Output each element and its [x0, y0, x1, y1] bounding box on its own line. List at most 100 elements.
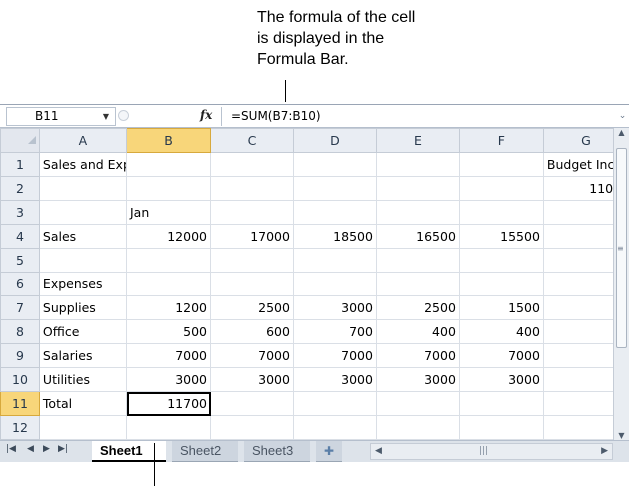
cell-c5[interactable] [210, 247, 294, 273]
scroll-up-icon[interactable]: ▲ [614, 128, 629, 137]
sheet-tab-sheet2[interactable]: Sheet2 [172, 441, 238, 462]
cell-b5[interactable] [126, 247, 211, 273]
cell-b6[interactable] [126, 271, 211, 297]
cell-c9[interactable]: 7000 [210, 343, 294, 369]
cell-c7[interactable]: 2500 [210, 295, 294, 321]
cell-b7[interactable]: 1200 [126, 295, 211, 321]
scroll-left-icon[interactable]: ◀ [375, 444, 382, 459]
row-header-7[interactable]: 7 [0, 295, 40, 321]
cell-c11[interactable] [210, 391, 294, 417]
cell-c3[interactable] [210, 199, 294, 225]
row-header-2[interactable]: 2 [0, 175, 40, 201]
name-box[interactable]: B11 ▼ [6, 107, 116, 126]
cell-d8[interactable]: 700 [292, 319, 377, 345]
cell-d4[interactable]: 18500 [292, 223, 377, 249]
column-header-b[interactable]: B [126, 128, 211, 153]
row-header-1[interactable]: 1 [0, 151, 40, 177]
cell-b8[interactable]: 500 [126, 319, 211, 345]
prev-sheet-icon[interactable]: ◀ [27, 444, 34, 454]
cell-b3[interactable]: Jan [126, 199, 211, 225]
cell-a10[interactable]: Utilities [38, 367, 128, 393]
cell-f1[interactable] [458, 151, 544, 177]
cell-d2[interactable] [292, 175, 377, 201]
horizontal-scrollbar[interactable]: ◀ ||| ▶ [370, 443, 613, 460]
row-header-12[interactable]: 12 [0, 415, 40, 440]
insert-function-icon[interactable]: fx [200, 108, 212, 122]
insert-sheet-icon[interactable]: ✚ [316, 441, 342, 462]
cell-b11[interactable]: 11700 [126, 391, 211, 417]
cell-a12[interactable] [38, 415, 128, 440]
cell-e12[interactable] [375, 415, 460, 440]
cell-d6[interactable] [292, 271, 377, 297]
cell-f10[interactable]: 3000 [458, 367, 544, 393]
first-sheet-icon[interactable]: |◀ [6, 444, 16, 454]
cell-a9[interactable]: Salaries [38, 343, 128, 369]
next-sheet-icon[interactable]: ▶ [43, 444, 50, 454]
cell-e10[interactable]: 3000 [375, 367, 460, 393]
cell-e5[interactable] [375, 247, 460, 273]
column-header-e[interactable]: E [375, 128, 460, 153]
expand-formula-bar-icon[interactable]: ⌄ [616, 107, 629, 126]
cell-e4[interactable]: 16500 [375, 223, 460, 249]
cell-f3[interactable] [458, 199, 544, 225]
column-header-f[interactable]: F [458, 128, 544, 153]
row-header-9[interactable]: 9 [0, 343, 40, 369]
row-header-8[interactable]: 8 [0, 319, 40, 345]
cell-c6[interactable] [210, 271, 294, 297]
cell-e6[interactable] [375, 271, 460, 297]
cell-e11[interactable] [375, 391, 460, 417]
cell-f12[interactable] [458, 415, 544, 440]
cell-f9[interactable]: 7000 [458, 343, 544, 369]
cell-a4[interactable]: Sales [38, 223, 128, 249]
row-header-10[interactable]: 10 [0, 367, 40, 393]
select-all-button[interactable] [0, 128, 40, 153]
cell-d3[interactable] [292, 199, 377, 225]
cell-b9[interactable]: 7000 [126, 343, 211, 369]
cell-a1[interactable]: Sales and Expenses [38, 151, 128, 177]
cell-e1[interactable] [375, 151, 460, 177]
cell-b1[interactable] [126, 151, 211, 177]
cell-e7[interactable]: 2500 [375, 295, 460, 321]
cell-d9[interactable]: 7000 [292, 343, 377, 369]
row-header-11[interactable]: 11 [0, 391, 40, 417]
cell-e9[interactable]: 7000 [375, 343, 460, 369]
cell-f4[interactable]: 15500 [458, 223, 544, 249]
cell-b10[interactable]: 3000 [126, 367, 211, 393]
chevron-down-icon[interactable]: ▼ [103, 108, 109, 125]
cell-d1[interactable] [292, 151, 377, 177]
row-header-5[interactable]: 5 [0, 247, 40, 273]
cell-c4[interactable]: 17000 [210, 223, 294, 249]
cell-a8[interactable]: Office [38, 319, 128, 345]
cell-d7[interactable]: 3000 [292, 295, 377, 321]
row-header-6[interactable]: 6 [0, 271, 40, 297]
cell-b4[interactable]: 12000 [126, 223, 211, 249]
cell-c10[interactable]: 3000 [210, 367, 294, 393]
cell-c8[interactable]: 600 [210, 319, 294, 345]
formula-bar-splitter[interactable] [118, 107, 130, 126]
cell-a6[interactable]: Expenses [38, 271, 128, 297]
cell-e8[interactable]: 400 [375, 319, 460, 345]
cell-f5[interactable] [458, 247, 544, 273]
cell-f11[interactable] [458, 391, 544, 417]
last-sheet-icon[interactable]: ▶| [58, 444, 68, 454]
cell-f7[interactable]: 1500 [458, 295, 544, 321]
cell-a5[interactable] [38, 247, 128, 273]
sheet-tab-sheet3[interactable]: Sheet3 [244, 441, 310, 462]
column-header-c[interactable]: C [210, 128, 294, 153]
cell-f8[interactable]: 400 [458, 319, 544, 345]
row-header-4[interactable]: 4 [0, 223, 40, 249]
cell-a11[interactable]: Total [38, 391, 128, 417]
cell-a3[interactable] [38, 199, 128, 225]
cell-b2[interactable] [126, 175, 211, 201]
column-header-d[interactable]: D [292, 128, 377, 153]
cell-c1[interactable] [210, 151, 294, 177]
column-header-a[interactable]: A [38, 128, 128, 153]
cell-b12[interactable] [126, 415, 211, 440]
cell-f6[interactable] [458, 271, 544, 297]
cell-a7[interactable]: Supplies [38, 295, 128, 321]
vertical-scrollbar[interactable]: ▲ ≡ ▼ [613, 128, 629, 440]
scroll-down-icon[interactable]: ▼ [614, 431, 629, 440]
cell-d11[interactable] [292, 391, 377, 417]
cell-a2[interactable] [38, 175, 128, 201]
cell-e2[interactable] [375, 175, 460, 201]
